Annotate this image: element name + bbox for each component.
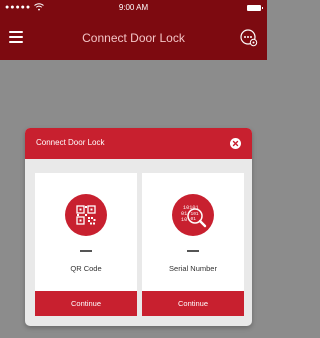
qr-code-continue-button[interactable]: Continue (35, 291, 137, 316)
page-title: Connect Door Lock (82, 31, 185, 45)
battery-icon (247, 5, 263, 11)
dialog-title: Connect Door Lock (36, 138, 105, 147)
nav-bar: Connect Door Lock (0, 16, 267, 60)
qr-code-option-card: QR Code Continue (35, 173, 137, 316)
divider (187, 250, 199, 252)
settings-icon[interactable] (239, 28, 258, 47)
serial-number-search-icon: 10101 01 10 101 01 (172, 194, 214, 236)
divider (80, 250, 92, 252)
qr-code-label: QR Code (70, 264, 102, 273)
status-time: 9:00 AM (118, 3, 149, 12)
serial-number-option-card: 10101 01 10 101 01 Serial Number Continu… (142, 173, 244, 316)
serial-number-continue-button[interactable]: Continue (142, 291, 244, 316)
dialog-header: Connect Door Lock (25, 128, 252, 159)
svg-text:10: 10 (181, 217, 187, 223)
qr-code-icon (65, 194, 107, 236)
top-bar: ●●●●● 9:00 AM Connect Door Lock (0, 0, 267, 60)
status-bar: ●●●●● 9:00 AM (0, 0, 267, 16)
connect-door-lock-dialog: Connect Door Lock QR Code Continue 10101… (25, 128, 252, 326)
svg-text:01: 01 (191, 216, 197, 222)
serial-number-label: Serial Number (169, 264, 217, 273)
close-icon[interactable] (230, 138, 241, 149)
